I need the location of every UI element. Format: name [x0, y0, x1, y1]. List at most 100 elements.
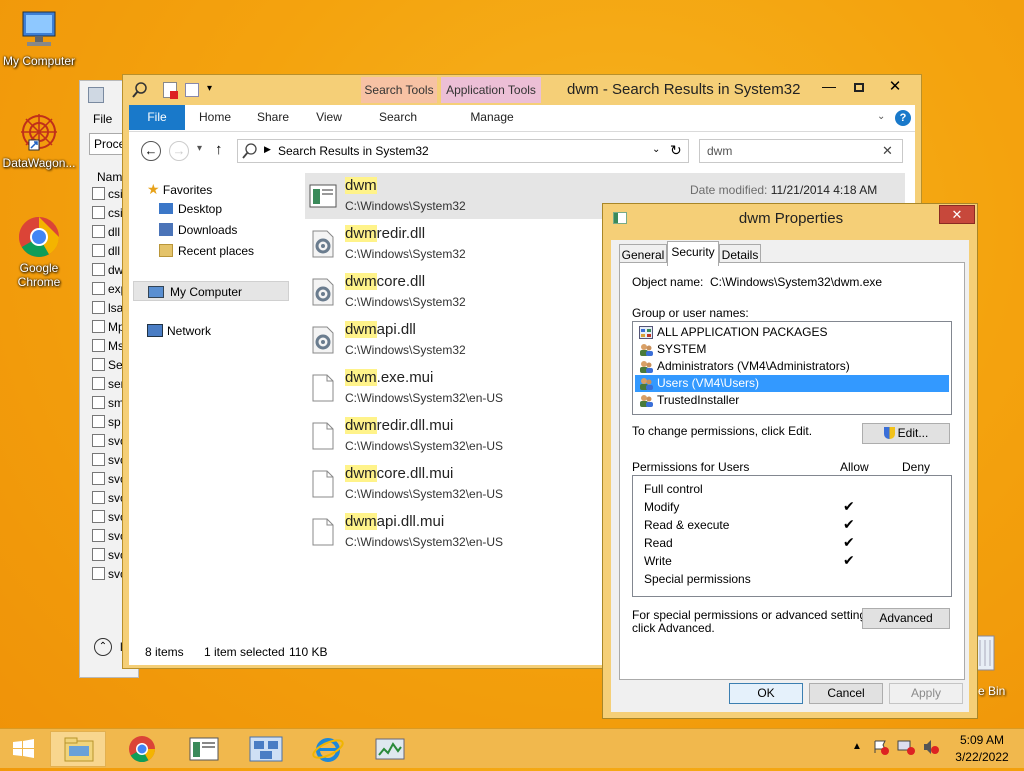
taskbar-dwm-app[interactable]	[176, 731, 232, 767]
tab-file[interactable]: File	[129, 105, 185, 130]
file-icon	[92, 301, 105, 314]
close-button[interactable]: ✕	[875, 77, 915, 97]
folder-icon	[64, 737, 94, 762]
desktop-icon-datawagon[interactable]: DataWagon...	[0, 110, 78, 170]
file-path: C:\Windows\System32\en-US	[345, 487, 504, 501]
forward-button[interactable]: →	[169, 141, 189, 161]
status-selected: 1 item selected	[204, 645, 285, 659]
properties-dialog[interactable]: dwm Properties ✕ General Security Detail…	[602, 203, 978, 719]
quick-access-search-icon[interactable]	[132, 82, 148, 98]
file-icon	[92, 567, 105, 580]
network-tray-icon[interactable]	[897, 739, 915, 755]
advanced-button[interactable]: Advanced	[862, 608, 950, 629]
show-hidden-icons[interactable]: ▲	[852, 741, 862, 752]
clock-date[interactable]: 3/22/2022	[952, 750, 1012, 764]
search-box[interactable]: dwm ✕	[699, 139, 903, 163]
tab-manage[interactable]: Manage	[439, 105, 545, 130]
user-name: Administrators (VM4\Administrators)	[657, 359, 850, 373]
window-title: dwm - Search Results in System32	[567, 81, 801, 98]
action-center-icon[interactable]	[873, 739, 889, 755]
volume-muted-icon[interactable]	[922, 739, 940, 755]
start-button[interactable]	[0, 731, 48, 767]
tab-security[interactable]: Security	[667, 241, 719, 266]
date-modified-label: Date modified: 11/21/2014 4:18 AM	[690, 183, 878, 197]
file-icon	[92, 377, 105, 390]
clock-time[interactable]: 5:09 AM	[952, 733, 1012, 747]
taskbar-task-manager[interactable]	[362, 731, 418, 767]
bg-list-item-label: dll	[108, 244, 121, 258]
search-highlight: dwm	[345, 321, 377, 338]
bg-file-menu[interactable]: File	[93, 112, 112, 126]
taskbar-explorer[interactable]	[50, 731, 106, 767]
cancel-button[interactable]: Cancel	[809, 683, 883, 704]
user-list-item[interactable]: Users (VM4\Users)	[635, 375, 949, 392]
help-icon[interactable]: ?	[895, 110, 911, 126]
recycle-bin-label: e Bin	[978, 684, 1006, 698]
file-icon	[309, 517, 337, 547]
ok-button[interactable]: OK	[729, 683, 803, 704]
nav-my-computer[interactable]: My Computer	[133, 281, 289, 301]
file-path: C:\Windows\System32\en-US	[345, 391, 504, 405]
breadcrumb-chevron-icon[interactable]: ▶	[264, 144, 271, 155]
dialog-close-button[interactable]: ✕	[939, 205, 975, 224]
file-name: dwmredir.dll.mui	[345, 417, 453, 434]
nav-favorites[interactable]: ★ Favorites	[147, 181, 212, 198]
user-list-item[interactable]: SYSTEM	[635, 341, 949, 358]
user-list-item[interactable]: Administrators (VM4\Administrators)	[635, 358, 949, 375]
search-highlight: dwm	[345, 225, 377, 242]
ctx-search-tools: Search Tools	[361, 77, 437, 103]
user-list-item[interactable]: TrustedInstaller	[635, 392, 949, 409]
up-button[interactable]: ↑	[215, 141, 223, 158]
desktop-icon-my-computer[interactable]: My Computer	[0, 8, 78, 68]
taskbar-chrome[interactable]	[114, 731, 170, 767]
network-icon	[147, 324, 163, 337]
bg-list-item-label: sp	[108, 415, 121, 429]
collapse-icon[interactable]: ⌃	[94, 638, 112, 656]
refresh-icon[interactable]: ↻	[670, 142, 682, 159]
breadcrumb[interactable]: Search Results in System32	[278, 144, 429, 158]
nav-downloads[interactable]: Downloads	[159, 223, 237, 237]
user-list-item[interactable]: ALL APPLICATION PACKAGES	[635, 324, 949, 341]
apply-button[interactable]: Apply	[889, 683, 963, 704]
address-bar[interactable]: ▶ Search Results in System32 ⌄ ↻	[237, 139, 689, 163]
new-folder-icon[interactable]	[185, 83, 199, 97]
tab-home[interactable]: Home	[187, 105, 243, 130]
nav-network-label: Network	[167, 324, 212, 338]
dialog-body: General Security Details Object name: C:…	[611, 240, 969, 712]
allow-check-icon: ✔	[843, 534, 855, 550]
back-button[interactable]: ←	[141, 141, 161, 161]
status-item-count: 8 items	[145, 645, 184, 659]
file-icon	[92, 282, 105, 295]
tab-search[interactable]: Search	[361, 105, 435, 130]
search-highlight: dwm	[345, 465, 377, 482]
tab-view[interactable]: View	[301, 105, 357, 130]
search-input[interactable]: dwm	[707, 144, 732, 158]
clear-search-icon[interactable]: ✕	[882, 143, 893, 159]
explorer-titlebar[interactable]: ▾ Search Tools Application Tools dwm - S…	[123, 75, 921, 105]
nav-desktop[interactable]: Desktop	[159, 202, 222, 216]
permission-name: Read	[644, 536, 673, 550]
nav-recent-places[interactable]: Recent places	[159, 244, 254, 258]
customize-dropdown-icon[interactable]: ▾	[207, 83, 212, 94]
address-dropdown-icon[interactable]: ⌄	[652, 144, 660, 155]
edit-button[interactable]: Edit...	[862, 423, 950, 444]
file-name-rest: api.dll.mui	[376, 513, 445, 530]
tab-share[interactable]: Share	[245, 105, 301, 130]
desktop-icon-chrome[interactable]: Google Chrome	[0, 215, 78, 289]
file-icon	[92, 244, 105, 257]
ribbon-expand-icon[interactable]: ⌄	[877, 111, 885, 122]
taskbar-ie[interactable]	[300, 731, 356, 767]
chrome-icon	[129, 736, 156, 763]
special-permissions-text-2: click Advanced.	[632, 621, 715, 635]
user-list[interactable]: ALL APPLICATION PACKAGES SYSTEM Administra…	[632, 321, 952, 415]
file-name: dwm	[345, 177, 377, 194]
properties-icon[interactable]	[163, 82, 178, 99]
taskbar-network-app[interactable]	[238, 731, 294, 767]
group-label: Group or user names:	[632, 306, 749, 320]
bg-column-header[interactable]: Nam	[97, 170, 122, 184]
minimize-button[interactable]: —	[815, 78, 843, 98]
search-highlight: dwm	[345, 273, 377, 290]
nav-network[interactable]: Network	[147, 324, 211, 338]
maximize-button[interactable]	[845, 78, 873, 98]
recent-locations-icon[interactable]: ▾	[197, 143, 202, 154]
